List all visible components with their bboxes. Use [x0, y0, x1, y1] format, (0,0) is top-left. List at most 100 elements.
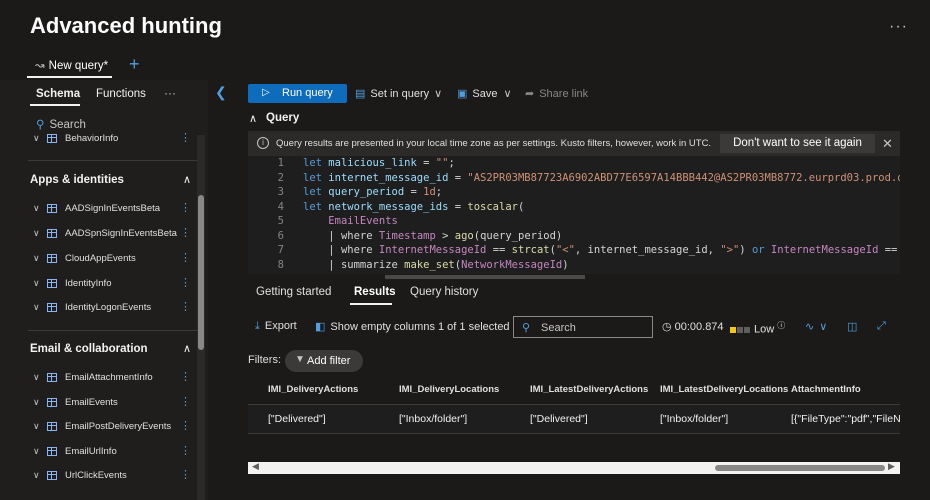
- table-icon: [47, 204, 57, 213]
- tab-schema[interactable]: Schema: [36, 88, 80, 100]
- item-more-icon[interactable]: ⋮: [180, 419, 191, 432]
- schema-scrollbar-thumb[interactable]: [198, 195, 204, 350]
- chevron-down-icon[interactable]: ∨: [33, 278, 40, 289]
- expand-button[interactable]: ⤢: [877, 320, 891, 333]
- chevron-down-icon[interactable]: ∨: [33, 470, 40, 481]
- schema-item[interactable]: ∨ AADSignInEventsBeta ⋮: [0, 200, 200, 220]
- tab-query-history[interactable]: Query history: [410, 286, 478, 298]
- chevron-down-icon: ∨: [819, 321, 828, 333]
- more-options-button[interactable]: ···: [889, 18, 908, 36]
- expand-icon: ⤢: [877, 320, 886, 332]
- results-scrollbar-thumb[interactable]: [715, 465, 885, 471]
- schema-item[interactable]: ∨ AADSpnSignInEventsBeta ⋮: [0, 225, 200, 245]
- run-query-button[interactable]: ▷ Run query: [248, 84, 347, 103]
- schema-item-label: EmailAttachmentInfo: [65, 372, 153, 383]
- schema-item[interactable]: ∨ IdentityInfo ⋮: [0, 275, 200, 295]
- page-title: Advanced hunting: [30, 13, 222, 38]
- item-more-icon[interactable]: ⋮: [180, 444, 191, 457]
- collapse-panel-icon[interactable]: ❮: [215, 84, 227, 101]
- query-editor[interactable]: 1 let malicious_link = ""; 2 let internet_…: [248, 156, 900, 274]
- code-text: let malicious_link = "";: [303, 157, 455, 169]
- item-more-icon[interactable]: ⋮: [180, 468, 191, 481]
- chevron-down-icon[interactable]: ∨: [33, 133, 40, 144]
- column-header[interactable]: IMI_LatestDeliveryLocations: [660, 384, 788, 395]
- item-more-icon[interactable]: ⋮: [180, 201, 191, 214]
- schema-item[interactable]: ∨ EmailAttachmentInfo ⋮: [0, 369, 200, 389]
- scroll-right-icon[interactable]: ▶: [888, 461, 895, 472]
- item-more-icon[interactable]: ⋮: [180, 226, 191, 239]
- column-header[interactable]: AttachmentInfo: [791, 384, 861, 395]
- chevron-up-icon[interactable]: ∧: [183, 173, 191, 186]
- tab-functions[interactable]: Functions: [96, 88, 146, 100]
- chevron-down-icon[interactable]: ∨: [33, 203, 40, 214]
- chevron-down-icon[interactable]: ∨: [33, 372, 40, 383]
- chevron-down-icon[interactable]: ∨: [33, 253, 40, 264]
- save-icon: ▣: [457, 88, 468, 100]
- schema-search-input[interactable]: ⚲ Search: [36, 117, 86, 131]
- tab-results[interactable]: Results: [354, 286, 396, 298]
- table-cell[interactable]: ["Delivered"]: [530, 413, 588, 425]
- chevron-up-icon[interactable]: ∧: [183, 342, 191, 355]
- download-icon: ⤓: [255, 320, 260, 332]
- chevron-up-icon[interactable]: ∧: [249, 112, 257, 125]
- table-cell[interactable]: [{"FileType":"pdf","FileN: [791, 413, 900, 425]
- line-number: 8: [277, 258, 284, 271]
- show-empty-columns-button[interactable]: ◧ Show empty columns 1 of 1 selected: [315, 320, 510, 333]
- table-icon: [47, 303, 57, 312]
- schema-item-label: EmailEvents: [65, 397, 118, 408]
- line-number: 6: [277, 229, 284, 242]
- schema-item-label: EmailPostDeliveryEvents: [65, 421, 172, 432]
- customize-columns-button[interactable]: ◫: [847, 320, 862, 333]
- chevron-down-icon[interactable]: ∨: [33, 302, 40, 313]
- item-more-icon[interactable]: ⋮: [180, 300, 191, 313]
- chevron-down-icon[interactable]: ∨: [33, 228, 40, 239]
- close-icon[interactable]: ✕: [882, 136, 893, 152]
- share-link-button[interactable]: ➦ Share link: [525, 87, 588, 100]
- add-filter-label: Add filter: [307, 355, 351, 367]
- divider: [28, 160, 198, 161]
- item-more-icon[interactable]: ⋮: [180, 131, 191, 144]
- line-number: 4: [277, 200, 284, 213]
- filter-icon: ▼: [295, 354, 305, 365]
- clock-icon: ◷: [662, 321, 672, 333]
- code-text: | where Timestamp > ago(query_period): [328, 229, 563, 242]
- table-cell[interactable]: ["Delivered"]: [268, 413, 326, 425]
- schema-item[interactable]: ∨ EmailPostDeliveryEvents ⋮: [0, 418, 200, 438]
- table-row-cells: ["Delivered"] ["Inbox/folder"] ["Deliver…: [248, 404, 900, 434]
- set-in-query-label: Set in query: [370, 88, 430, 100]
- results-search-input[interactable]: ⚲ Search: [513, 316, 653, 338]
- add-filter-button[interactable]: ▼ Add filter: [285, 350, 363, 372]
- save-button[interactable]: ▣ Save ∨: [457, 87, 512, 100]
- schema-item[interactable]: ∨ CloudAppEvents ⋮: [0, 250, 200, 270]
- item-more-icon[interactable]: ⋮: [180, 276, 191, 289]
- schema-item[interactable]: ∨ EmailEvents ⋮: [0, 394, 200, 414]
- export-button[interactable]: ⤓ Export: [255, 320, 297, 333]
- left-more-button[interactable]: ···: [164, 86, 176, 100]
- column-header[interactable]: IMI_DeliveryLocations: [399, 384, 499, 395]
- set-in-query-button[interactable]: ▤ Set in query ∨: [355, 87, 442, 100]
- item-more-icon[interactable]: ⋮: [180, 251, 191, 264]
- search-icon: ⚲: [522, 322, 531, 334]
- schema-item[interactable]: ∨ IdentityLogonEvents ⋮: [0, 299, 200, 319]
- schema-item[interactable]: ∨ EmailUrlInfo ⋮: [0, 443, 200, 463]
- chevron-down-icon[interactable]: ∨: [33, 421, 40, 432]
- tab-new-query[interactable]: ↝ New query*: [27, 58, 113, 78]
- chevron-down-icon[interactable]: ∨: [33, 397, 40, 408]
- chevron-down-icon[interactable]: ∨: [33, 446, 40, 457]
- schema-item-label: IdentityLogonEvents: [65, 302, 152, 313]
- chart-button[interactable]: ∿ ∨: [805, 320, 827, 333]
- schema-item[interactable]: ∨ UrlClickEvents ⋮: [0, 467, 200, 487]
- tab-getting-started[interactable]: Getting started: [256, 286, 331, 298]
- scroll-left-icon[interactable]: ◀: [252, 461, 259, 472]
- column-header[interactable]: IMI_DeliveryActions: [268, 384, 358, 395]
- editor-scrollbar[interactable]: [385, 275, 585, 279]
- add-tab-icon[interactable]: +: [129, 54, 140, 75]
- table-cell[interactable]: ["Inbox/folder"]: [660, 413, 728, 425]
- column-header[interactable]: IMI_LatestDeliveryActions: [530, 384, 648, 395]
- item-more-icon[interactable]: ⋮: [180, 370, 191, 383]
- dismiss-banner-button[interactable]: Don't want to see it again: [720, 134, 875, 153]
- schema-item-behaviorinfo[interactable]: ∨ BehaviorInfo ⋮: [0, 130, 200, 150]
- table-cell[interactable]: ["Inbox/folder"]: [399, 413, 467, 425]
- item-more-icon[interactable]: ⋮: [180, 395, 191, 408]
- info-icon[interactable]: ⓘ: [777, 321, 785, 330]
